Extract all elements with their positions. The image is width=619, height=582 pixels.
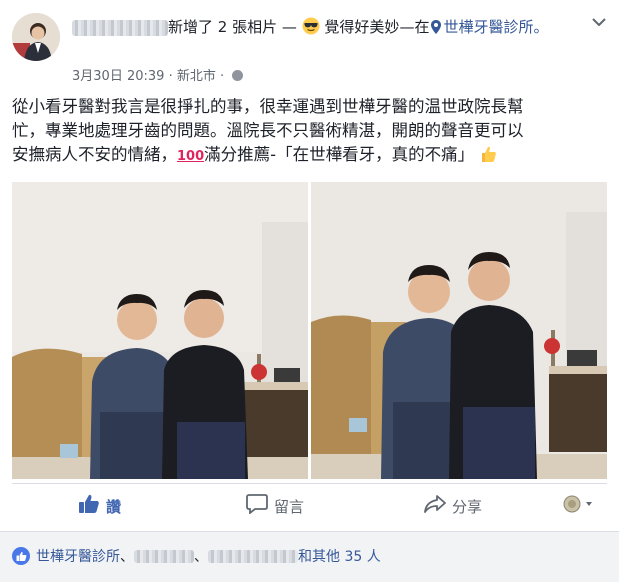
thumbs-up-emoji-icon — [479, 145, 497, 170]
globe-icon[interactable] — [232, 70, 244, 81]
comment-icon — [246, 494, 274, 518]
post-text-line: 忙，專業地處理牙齒的問題。溫院長不只醫術精湛，開朗的聲音更可以 — [12, 121, 524, 140]
place-link[interactable]: 世樺牙醫診所。 — [443, 18, 548, 36]
redacted-reactor[interactable] — [208, 549, 298, 563]
post-text-line-3: 安撫病人不安的情緒，100滿分推薦-「在世樺看牙，真的不痛」 — [12, 143, 606, 170]
like-label: 讚 — [106, 497, 122, 516]
reactions-row: 世樺牙醫診所 、 、 和其他 35 人 — [12, 546, 381, 566]
post-text-line: 從小看牙醫對我言是很掙扎的事，很幸運遇到世樺牙醫的温世政院長幫 — [12, 97, 524, 116]
redacted-author-name[interactable] — [72, 19, 168, 36]
meta-separator-2: · — [220, 69, 225, 84]
reaction-selector[interactable] — [562, 484, 602, 528]
reaction-selector-icon — [562, 494, 602, 518]
like-button[interactable]: 讚 — [78, 484, 121, 528]
comment-label: 留言 — [274, 497, 305, 516]
share-label: 分享 — [452, 497, 483, 516]
share-button[interactable]: 分享 — [424, 484, 482, 528]
action-text: 新增了 2 張相片 — — [168, 18, 297, 36]
feeling-text: 覺得好美妙 — [324, 18, 400, 36]
post-headline: 新增了 2 張相片 — 覺得好美妙—在 世樺牙醫診所。 — [72, 16, 592, 41]
like-icon — [78, 494, 106, 518]
post-text-segment: 滿分推薦-「在世樺看牙，真的不痛」 — [204, 145, 475, 164]
post-text-segment: 安撫病人不安的情緒， — [12, 145, 177, 164]
redacted-reactor[interactable] — [134, 549, 194, 563]
reactor-separator: 、 — [194, 549, 208, 565]
facebook-post: 新增了 2 張相片 — 覺得好美妙—在 世樺牙醫診所。 3月30日 20:39 … — [0, 0, 619, 582]
photo-2[interactable] — [311, 182, 607, 479]
share-icon — [424, 494, 452, 518]
post-meta: 3月30日 20:39 · 新北市 · — [72, 68, 244, 86]
comment-button[interactable]: 留言 — [246, 484, 304, 528]
at-text: —在 — [399, 18, 430, 36]
post-location[interactable]: 新北市 — [177, 69, 216, 84]
post-text: 從小看牙醫對我言是很掙扎的事，很幸運遇到世樺牙醫的温世政院長幫 忙，專業地處理牙… — [12, 95, 606, 170]
sunglasses-emoji-icon — [302, 17, 320, 41]
post-actions-bar: 讚 留言 分享 — [12, 483, 607, 528]
reactor-separator: 、 — [120, 549, 134, 565]
location-pin-icon — [431, 18, 442, 40]
author-avatar[interactable] — [12, 13, 60, 61]
post-timestamp[interactable]: 3月30日 20:39 — [72, 69, 164, 84]
like-reaction-icon — [12, 547, 30, 565]
meta-separator: · — [168, 69, 173, 84]
reactions-count-link[interactable]: 和其他 35 人 — [298, 546, 381, 566]
hundred-points-emoji: 100 — [177, 149, 205, 164]
reactor-name[interactable]: 世樺牙醫診所 — [36, 546, 120, 566]
more-icon[interactable] — [591, 14, 607, 30]
photo-1[interactable] — [12, 182, 308, 479]
reactions-summary: 世樺牙醫診所 、 、 和其他 35 人 — [0, 531, 619, 582]
